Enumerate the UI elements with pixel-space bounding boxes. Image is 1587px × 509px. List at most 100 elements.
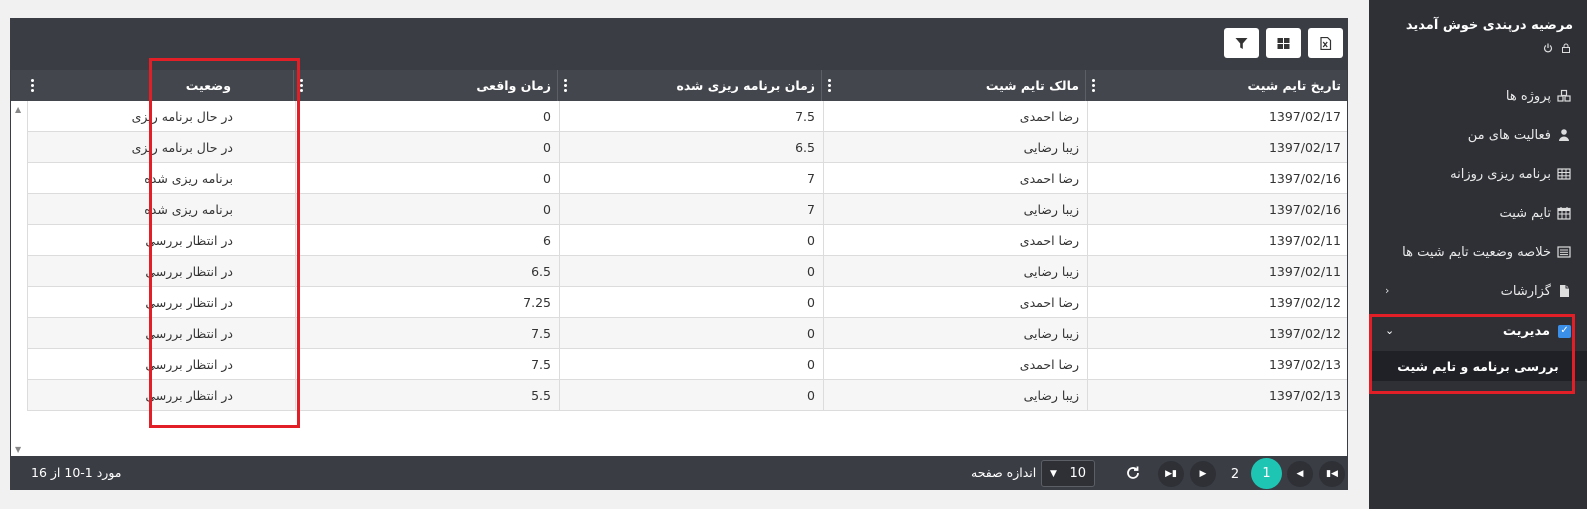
column-layout-button[interactable]: [1266, 28, 1301, 58]
grid-body: ▲ ▼ 1397/02/17 رضا احمدی 7.5 0 در حال برنامه…: [11, 101, 1347, 458]
table-row[interactable]: 1397/02/17 زیبا رضایی 6.5 0 در حال برنامه ری…: [27, 132, 1347, 163]
welcome-text: مرضیه درپندی خوش آمدید: [1405, 18, 1573, 33]
cell-owner: رضا احمدی: [823, 225, 1087, 256]
cell-owner: رضا احمدی: [823, 101, 1087, 132]
sidebar-item-management[interactable]: ✓ مدیریت ⌄ بررسی برنامه و تایم شیت: [1369, 316, 1587, 390]
submenu-review-plan-timesheet[interactable]: بررسی برنامه و تایم شیت: [1369, 351, 1587, 381]
cell-planned-time: 7: [559, 194, 823, 225]
filter-button[interactable]: [1224, 28, 1259, 58]
table-row[interactable]: 1397/02/11 رضا احمدی 0 6 در انتظار بررسی: [27, 225, 1347, 256]
record-count: مورد 1-10 از 16: [31, 465, 122, 480]
cell-date: 1397/02/17: [1087, 132, 1347, 163]
column-header-actual-time[interactable]: زمان واقعی: [293, 70, 557, 101]
cell-status: در انتظار بررسی: [27, 318, 295, 349]
cell-actual-time: 0: [295, 163, 559, 194]
submenu-label: بررسی برنامه و تایم شیت: [1397, 358, 1559, 374]
sidebar-item-reports[interactable]: گزارشات: [1501, 281, 1571, 301]
power-icon[interactable]: [1543, 43, 1553, 53]
cell-owner: زیبا رضایی: [823, 132, 1087, 163]
grid-toolbar: [11, 19, 1347, 70]
refresh-icon[interactable]: [1125, 465, 1141, 481]
table-row[interactable]: 1397/02/13 رضا احمدی 0 7.5 در انتظار بررسی: [27, 349, 1347, 380]
cell-status: برنامه ریزی شده: [27, 194, 295, 225]
cell-planned-time: 0: [559, 349, 823, 380]
sidebar-item-label: گزارشات: [1500, 283, 1551, 299]
sidebar-item-label: پروژه ها: [1505, 88, 1551, 104]
cell-status: در انتظار بررسی: [27, 287, 295, 318]
sidebar-item-projects[interactable]: پروژه ها: [1506, 86, 1571, 106]
cell-date: 1397/02/11: [1087, 256, 1347, 287]
sidebar-item-timesheet[interactable]: تایم شیت: [1499, 203, 1571, 223]
chevron-left-icon[interactable]: ‹: [1385, 284, 1389, 297]
table-icon: [1557, 168, 1571, 180]
sidebar-item-my-activities[interactable]: فعالیت های من: [1468, 125, 1571, 145]
cell-actual-time: 7.25: [295, 287, 559, 318]
cell-planned-time: 6.5: [559, 132, 823, 163]
cell-planned-time: 0: [559, 256, 823, 287]
column-header-planned-time[interactable]: زمان برنامه ریزی شده: [557, 70, 821, 101]
filter-icon: [1235, 37, 1248, 49]
page-button-2[interactable]: 2: [1222, 461, 1248, 487]
cell-status: در حال برنامه ریزی: [27, 101, 295, 132]
column-header-date[interactable]: تاریخ تایم شیت: [1085, 70, 1347, 101]
scroll-up-icon[interactable]: ▲: [15, 105, 21, 114]
column-menu-icon[interactable]: [1092, 79, 1095, 92]
cell-status: در انتظار بررسی: [27, 225, 295, 256]
scroll-down-icon[interactable]: ▼: [15, 445, 21, 454]
cell-owner: زیبا رضایی: [823, 380, 1087, 411]
table-row[interactable]: 1397/02/16 رضا احمدی 7 0 برنامه ریزی شده: [27, 163, 1347, 194]
sidebar-item-label: خلاصه وضعیت تایم شیت ها: [1402, 244, 1551, 260]
file-icon: [1560, 285, 1569, 297]
column-menu-icon[interactable]: [564, 79, 567, 92]
table-row[interactable]: 1397/02/11 زیبا رضایی 0 6.5 در انتظار بررسی: [27, 256, 1347, 287]
sidebar-item-daily-planning[interactable]: برنامه ریزی روزانه: [1450, 164, 1571, 184]
sidebar-item-label: فعالیت های من: [1467, 127, 1551, 143]
user-actions: [1543, 43, 1571, 53]
chevron-down-icon[interactable]: ⌄: [1385, 324, 1394, 337]
cell-status: برنامه ریزی شده: [27, 163, 295, 194]
page-button-1[interactable]: 1: [1251, 458, 1282, 489]
last-page-button[interactable]: ▶▮: [1158, 461, 1184, 487]
column-menu-icon[interactable]: [828, 79, 831, 92]
cell-status: در انتظار بررسی: [27, 256, 295, 287]
first-page-button[interactable]: ▮◀: [1319, 461, 1345, 487]
cell-actual-time: 7.5: [295, 318, 559, 349]
cell-planned-time: 0: [559, 318, 823, 349]
cell-date: 1397/02/16: [1087, 163, 1347, 194]
table-row[interactable]: 1397/02/13 زیبا رضایی 0 5.5 در انتظار بررسی: [27, 380, 1347, 411]
cell-planned-time: 7: [559, 163, 823, 194]
file-excel-icon: [1320, 36, 1332, 50]
page-size-label: اندازه صفحه: [971, 465, 1037, 480]
lock-icon[interactable]: [1561, 43, 1571, 53]
timesheet-grid-panel: تاریخ تایم شیت مالک تایم شیت زمان برنامه…: [10, 18, 1348, 490]
table-row[interactable]: 1397/02/16 زیبا رضایی 7 0 برنامه ریزی شده: [27, 194, 1347, 225]
cell-planned-time: 0: [559, 287, 823, 318]
cell-date: 1397/02/16: [1087, 194, 1347, 225]
column-header-label: تاریخ تایم شیت: [1247, 78, 1342, 93]
calendar-icon: [1557, 207, 1571, 220]
table-row[interactable]: 1397/02/12 رضا احمدی 0 7.25 در انتظار بررسی: [27, 287, 1347, 318]
cell-date: 1397/02/13: [1087, 349, 1347, 380]
management-title[interactable]: ✓ مدیریت: [1503, 320, 1571, 342]
grid-pager: ▮◀ ◀ 1 2 ▶ ▶▮ ▼ 10 اندازه صفحه مورد 1-10…: [11, 456, 1347, 489]
column-menu-icon[interactable]: [300, 79, 303, 92]
page-size-select[interactable]: ▼ 10: [1041, 460, 1095, 487]
cell-actual-time: 0: [295, 194, 559, 225]
next-page-button[interactable]: ▶: [1190, 461, 1216, 487]
cell-actual-time: 6: [295, 225, 559, 256]
cell-date: 1397/02/12: [1087, 318, 1347, 349]
cell-date: 1397/02/13: [1087, 380, 1347, 411]
checkbox-icon: ✓: [1558, 324, 1571, 338]
sidebar-item-timesheet-summary[interactable]: خلاصه وضعیت تایم شیت ها: [1402, 242, 1571, 262]
export-excel-button[interactable]: [1308, 28, 1343, 58]
column-menu-icon[interactable]: [31, 79, 34, 92]
column-header-owner[interactable]: مالک تایم شیت: [821, 70, 1085, 101]
cell-planned-time: 0: [559, 380, 823, 411]
cell-actual-time: 0: [295, 101, 559, 132]
table-row[interactable]: 1397/02/17 رضا احمدی 7.5 0 در حال برنامه ریز…: [27, 101, 1347, 132]
prev-page-button[interactable]: ◀: [1287, 461, 1313, 487]
column-header-label: وضعیت: [185, 78, 231, 93]
table-row[interactable]: 1397/02/12 زیبا رضایی 0 7.5 در انتظار بررسی: [27, 318, 1347, 349]
cell-status: در انتظار بررسی: [27, 349, 295, 380]
column-header-status[interactable]: وضعیت: [9, 70, 293, 101]
